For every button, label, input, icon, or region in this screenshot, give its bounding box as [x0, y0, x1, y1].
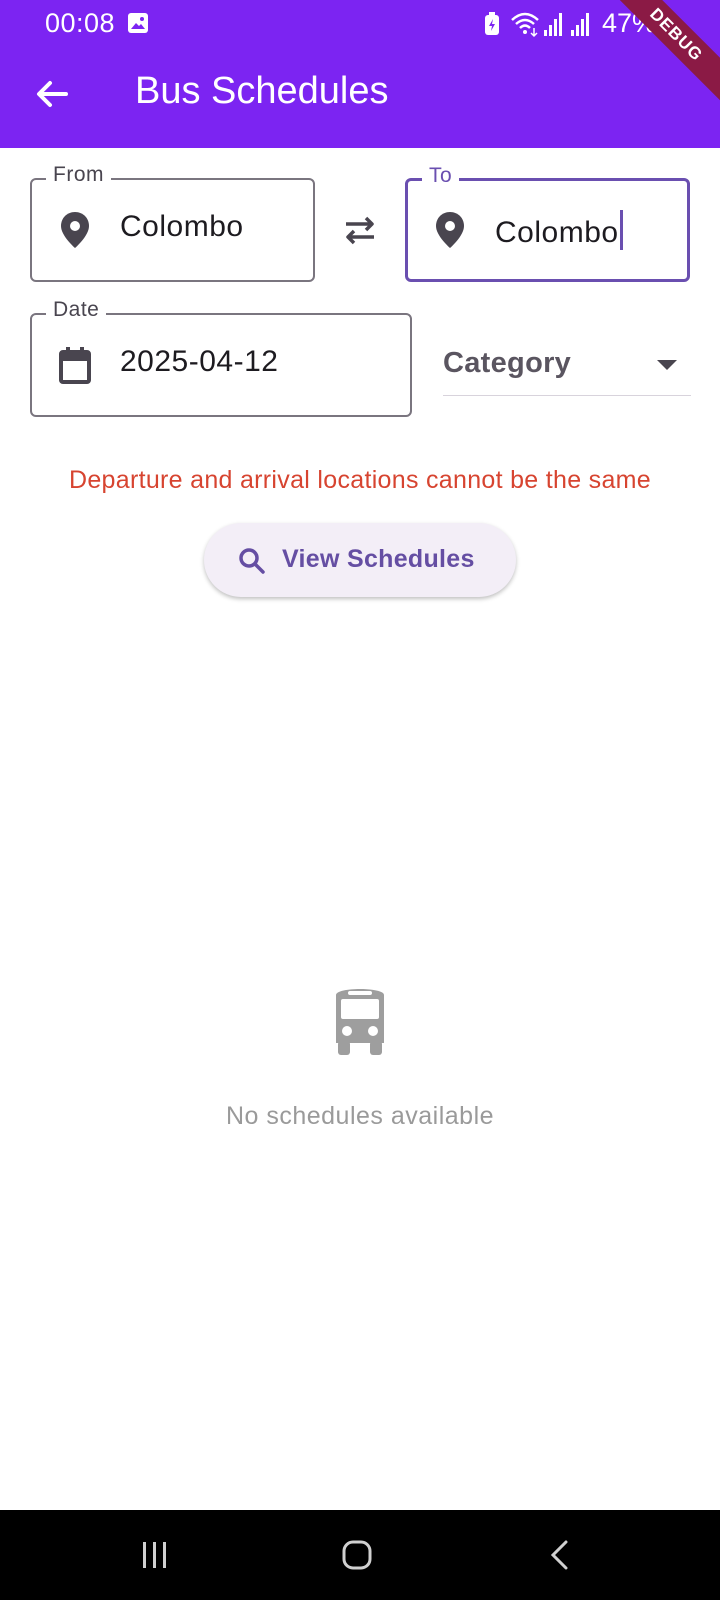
to-field-value: Colombo — [495, 216, 619, 249]
empty-state-message: No schedules available — [225, 1102, 495, 1130]
from-field-label: From — [46, 163, 111, 187]
calendar-icon — [59, 347, 91, 384]
battery-saver-icon — [485, 12, 499, 35]
dropdown-arrow-icon — [657, 360, 677, 370]
text-cursor — [619, 210, 623, 250]
view-schedules-button[interactable]: View Schedules — [204, 523, 516, 597]
to-field[interactable]: To Colombo — [405, 164, 690, 282]
gallery-notification-icon — [128, 13, 148, 33]
arrow-back-icon[interactable] — [30, 72, 74, 116]
signal-strength-icon — [544, 13, 562, 36]
status-time: 00:08 — [45, 8, 116, 38]
date-field[interactable]: Date 2025-04-12 — [30, 298, 412, 417]
swap-horiz-icon[interactable] — [340, 210, 380, 250]
from-field-value: Colombo — [120, 210, 244, 243]
category-dropdown[interactable]: Category — [443, 340, 691, 396]
page-title: Bus Schedules — [135, 70, 389, 112]
date-field-label: Date — [46, 298, 107, 322]
wifi-icon — [511, 12, 539, 38]
view-schedules-label: View Schedules — [282, 545, 475, 573]
from-field[interactable]: From Colombo — [30, 163, 315, 282]
signal-strength-icon — [571, 13, 589, 36]
recents-icon[interactable] — [140, 1540, 170, 1570]
back-icon[interactable] — [548, 1540, 570, 1570]
category-placeholder: Category — [443, 347, 572, 379]
to-field-label: To — [422, 164, 460, 188]
home-icon[interactable] — [342, 1540, 372, 1570]
status-bar: 00:08 47% — [0, 0, 720, 48]
location-pin-icon — [61, 212, 89, 248]
search-icon — [239, 548, 265, 574]
bus-icon — [336, 989, 384, 1055]
error-message: Departure and arrival locations cannot b… — [69, 466, 651, 494]
top-bar: 00:08 47% DEBUG Bus Schedules — [0, 0, 720, 148]
date-field-value: 2025-04-12 — [120, 345, 279, 378]
location-pin-icon — [436, 212, 464, 248]
system-nav-bar — [0, 1510, 720, 1600]
to-field-input[interactable]: Colombo — [495, 210, 623, 250]
